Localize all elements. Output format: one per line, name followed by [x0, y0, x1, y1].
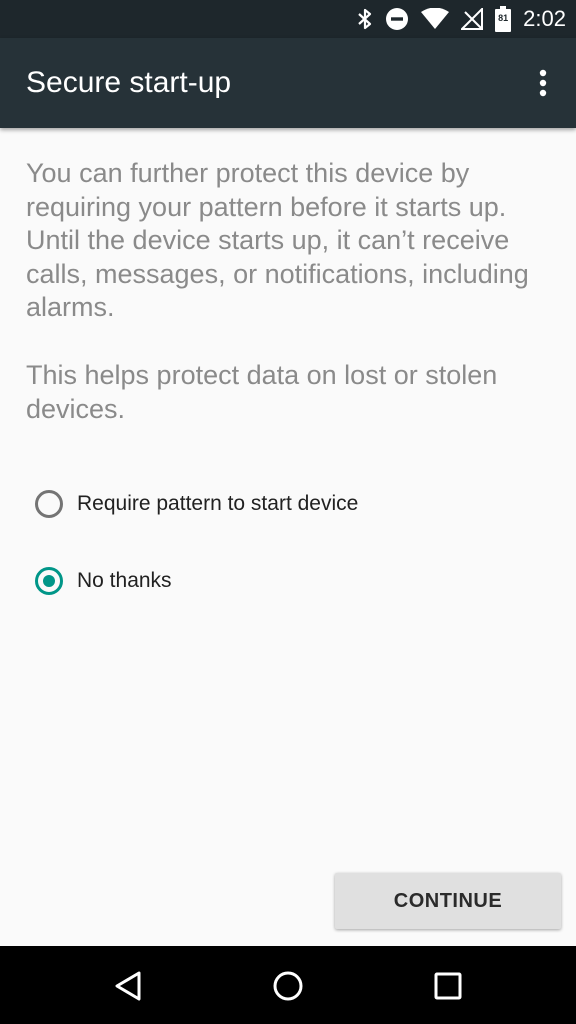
description-text: You can further protect this device by r…	[26, 158, 529, 322]
bluetooth-icon	[357, 7, 373, 31]
back-icon[interactable]	[108, 966, 148, 1006]
main-content: You can further protect this device by r…	[0, 128, 576, 946]
more-vert-icon[interactable]	[528, 65, 558, 101]
app-bar: Secure start-up	[0, 38, 576, 128]
battery-level-text: 81	[498, 13, 509, 23]
navigation-bar	[0, 946, 576, 1024]
home-icon[interactable]	[268, 966, 308, 1006]
no-signal-icon	[461, 8, 484, 30]
do-not-disturb-icon	[385, 7, 409, 31]
battery-icon: 81	[495, 6, 512, 32]
status-icons: 81 2:02	[345, 0, 566, 38]
continue-button[interactable]: CONTINUE	[335, 873, 561, 929]
option-label: Require pattern to start device	[77, 492, 359, 515]
radio-button-checked[interactable]	[35, 567, 63, 595]
description-text-secondary: This helps protect data on lost or stole…	[26, 360, 498, 424]
status-bar: 81 2:02	[0, 0, 576, 38]
recents-icon[interactable]	[428, 966, 468, 1006]
wifi-icon	[421, 8, 450, 30]
option-require-pattern[interactable]: Require pattern to start device	[26, 476, 426, 532]
option-no-thanks[interactable]: No thanks	[26, 553, 426, 609]
radio-button-unchecked[interactable]	[35, 490, 63, 518]
option-label: No thanks	[77, 569, 172, 592]
page-title: Secure start-up	[26, 66, 232, 99]
status-time: 2:02	[523, 6, 566, 31]
